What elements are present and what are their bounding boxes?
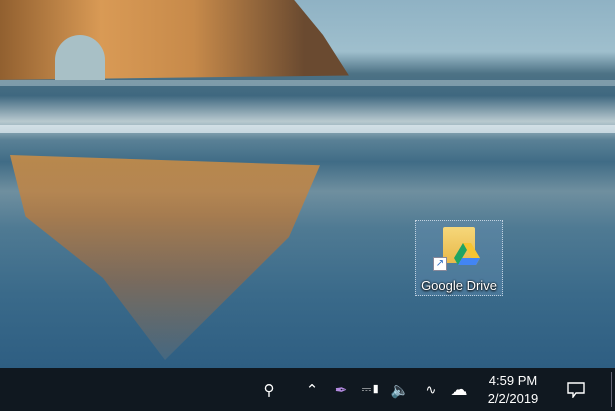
google-drive-icon	[454, 243, 480, 265]
wallpaper-reflection	[10, 155, 320, 360]
desktop-icon-google-drive[interactable]: ↗ Google Drive	[415, 220, 503, 296]
desktop: ↗ Google Drive	[0, 0, 615, 368]
wave	[0, 125, 615, 133]
wallpaper-arch	[55, 35, 105, 80]
chevron-up-icon[interactable]: ⌃	[302, 368, 322, 411]
clock[interactable]: 4:59 PM 2/2/2019	[478, 372, 548, 408]
cloud-sync-icon[interactable]: ☁	[446, 368, 472, 411]
volume-icon[interactable]: 🔈	[388, 368, 412, 411]
taskbar: ⚲ ⌃ ✒ ⎓▮ 🔈 ∿ ☁ 4:59 PM 2/2/2019	[0, 368, 615, 411]
battery-icon[interactable]: ⎓▮	[358, 368, 384, 411]
shortcut-arrow-icon: ↗	[433, 257, 447, 271]
desktop-icon-label: Google Drive	[421, 278, 497, 293]
wallpaper-rock	[0, 0, 349, 80]
show-desktop-button[interactable]	[611, 372, 612, 407]
clock-date: 2/2/2019	[487, 391, 539, 406]
people-icon[interactable]: ⚲	[255, 368, 283, 411]
feather-icon[interactable]: ✒	[330, 368, 352, 411]
clock-time: 4:59 PM	[488, 373, 538, 388]
wave	[0, 80, 615, 86]
wifi-icon[interactable]: ∿	[420, 368, 442, 411]
notification-icon[interactable]	[562, 368, 590, 411]
